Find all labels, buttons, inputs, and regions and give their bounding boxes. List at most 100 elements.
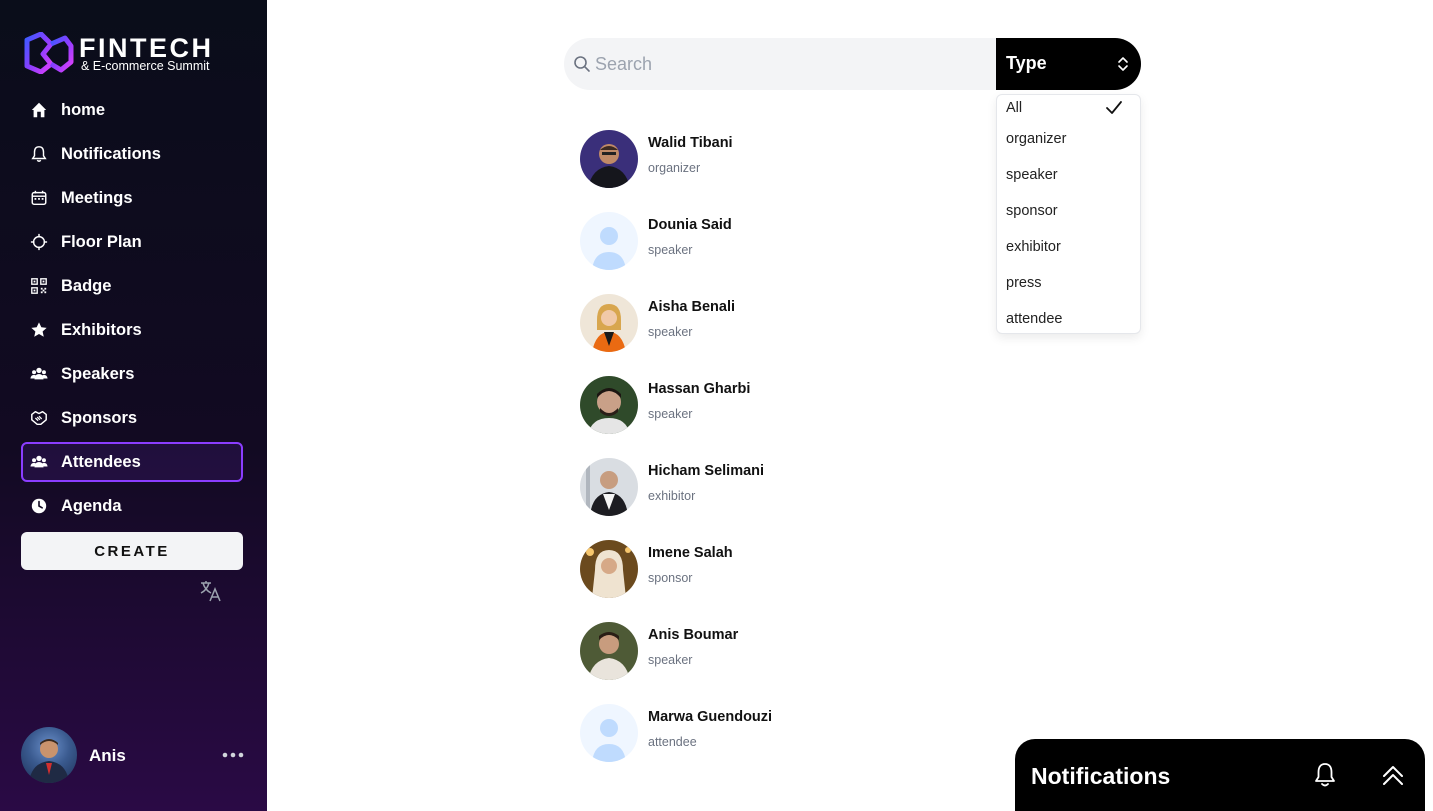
users-icon — [29, 452, 49, 472]
person-role: speaker — [648, 325, 693, 339]
person-role: speaker — [648, 243, 693, 257]
option-label: attendee — [1006, 311, 1063, 327]
person-name: Walid Tibani — [648, 135, 733, 151]
sidebar-item-label: home — [61, 100, 106, 119]
list-item[interactable]: Walid Tibani organizer — [580, 130, 980, 212]
sidebar-item-attendees[interactable]: Attendees — [21, 442, 243, 482]
sidebar-item-label: Meetings — [61, 188, 133, 207]
type-filter-dropdown: All organizer speaker sponsor exhibitor … — [996, 94, 1141, 334]
type-option-speaker[interactable]: speaker — [997, 157, 1140, 193]
qr-code-icon — [29, 276, 49, 296]
translate-icon[interactable] — [198, 578, 224, 604]
type-option-press[interactable]: press — [997, 265, 1140, 301]
search-input[interactable] — [595, 38, 990, 90]
avatar — [580, 212, 638, 270]
sidebar-nav: home Notifications Meetings Floor Plan B… — [21, 90, 243, 530]
chevron-up-down-icon — [1118, 57, 1128, 71]
sidebar: FINTECH & E-commerce Summit home Notific… — [0, 0, 267, 811]
person-role: attendee — [648, 735, 697, 749]
check-icon — [1106, 101, 1122, 114]
person-name: Aisha Benali — [648, 299, 736, 315]
notifications-panel[interactable]: Notifications — [1015, 739, 1425, 811]
chevron-double-up-icon[interactable] — [1380, 763, 1406, 789]
create-button[interactable]: CREATE — [21, 532, 243, 570]
person-role: organizer — [648, 161, 701, 175]
sidebar-item-label: Speakers — [61, 364, 135, 383]
list-item[interactable]: Hassan Gharbi speaker — [580, 376, 980, 458]
list-item[interactable]: Hicham Selimani exhibitor — [580, 458, 980, 540]
list-item[interactable]: Imene Salah sponsor — [580, 540, 980, 622]
bell-icon[interactable] — [1312, 761, 1338, 789]
person-name: Anis Boumar — [648, 627, 739, 643]
type-option-all[interactable]: All — [997, 95, 1140, 121]
sidebar-item-floor-plan[interactable]: Floor Plan — [21, 222, 243, 262]
person-role: sponsor — [648, 571, 693, 585]
list-item[interactable]: Aisha Benali speaker — [580, 294, 980, 376]
clock-icon — [29, 496, 49, 516]
person-name: Imene Salah — [648, 545, 733, 561]
sidebar-item-label: Agenda — [61, 496, 122, 515]
person-name: Hicham Selimani — [648, 463, 765, 479]
sidebar-item-label: Exhibitors — [61, 320, 142, 339]
sidebar-item-notifications[interactable]: Notifications — [21, 134, 243, 174]
person-name: Dounia Said — [648, 217, 732, 233]
avatar[interactable] — [21, 727, 77, 783]
avatar — [580, 130, 638, 188]
sidebar-item-label: Floor Plan — [61, 232, 142, 251]
option-label: press — [1006, 275, 1042, 291]
avatar — [580, 540, 638, 598]
sidebar-item-badge[interactable]: Badge — [21, 266, 243, 306]
person-name: Hassan Gharbi — [648, 381, 751, 397]
calendar-icon — [29, 188, 49, 208]
avatar — [580, 458, 638, 516]
brand-title: FINTECH — [79, 33, 214, 63]
option-label: exhibitor — [1006, 239, 1061, 255]
search-icon — [574, 56, 590, 72]
sidebar-item-sponsors[interactable]: Sponsors — [21, 398, 243, 438]
list-item[interactable]: Marwa Guendouzi attendee — [580, 704, 980, 786]
users-icon — [29, 364, 49, 384]
sidebar-item-home[interactable]: home — [21, 90, 243, 130]
brand-subtitle: & E-commerce Summit — [81, 59, 210, 73]
brand-logo[interactable]: FINTECH & E-commerce Summit — [21, 30, 241, 76]
type-option-exhibitor[interactable]: exhibitor — [997, 229, 1140, 265]
avatar — [580, 704, 638, 762]
sidebar-item-speakers[interactable]: Speakers — [21, 354, 243, 394]
sidebar-item-label: Badge — [61, 276, 112, 295]
avatar — [580, 376, 638, 434]
person-name: Marwa Guendouzi — [648, 709, 773, 725]
type-option-sponsor[interactable]: sponsor — [997, 193, 1140, 229]
avatar — [580, 622, 638, 680]
bell-icon — [29, 144, 49, 164]
sidebar-item-label: Sponsors — [61, 408, 138, 427]
person-role: exhibitor — [648, 489, 696, 503]
crosshair-icon — [29, 232, 49, 252]
type-option-organizer[interactable]: organizer — [997, 121, 1140, 157]
option-label: organizer — [1006, 131, 1067, 147]
type-filter-select[interactable]: Type — [996, 38, 1141, 90]
sidebar-item-exhibitors[interactable]: Exhibitors — [21, 310, 243, 350]
type-option-attendee[interactable]: attendee — [997, 301, 1140, 333]
logo-mark-icon — [24, 32, 74, 74]
user-profile[interactable]: Anis — [21, 727, 245, 783]
person-role: speaker — [648, 653, 693, 667]
sidebar-item-label: Attendees — [61, 452, 141, 471]
sidebar-item-agenda[interactable]: Agenda — [21, 486, 243, 526]
sidebar-item-label: Notifications — [61, 144, 161, 163]
list-item[interactable]: Anis Boumar speaker — [580, 622, 980, 704]
more-options-icon[interactable] — [221, 745, 245, 765]
option-label: sponsor — [1006, 203, 1058, 219]
search-bar — [564, 38, 998, 90]
sidebar-item-meetings[interactable]: Meetings — [21, 178, 243, 218]
attendee-list: Walid Tibani organizer Dounia Said speak… — [580, 130, 980, 786]
option-label: speaker — [1006, 167, 1058, 183]
type-filter-label: Type — [1006, 53, 1047, 73]
handshake-icon — [29, 408, 49, 428]
star-icon — [29, 320, 49, 340]
list-item[interactable]: Dounia Said speaker — [580, 212, 980, 294]
avatar — [580, 294, 638, 352]
notifications-panel-title: Notifications — [1031, 763, 1171, 789]
option-label: All — [1006, 100, 1023, 116]
user-name: Anis — [89, 746, 126, 765]
home-icon — [29, 100, 49, 120]
